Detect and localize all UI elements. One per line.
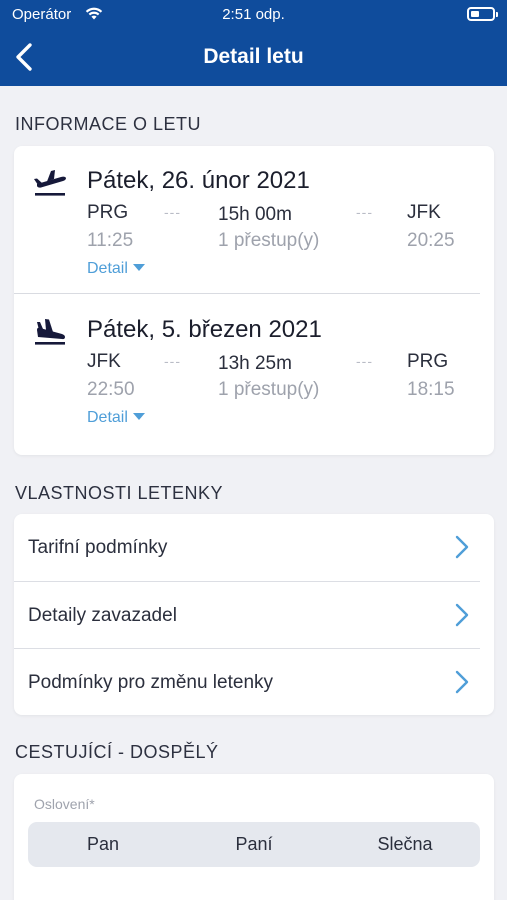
row-label: Detaily zavazadel — [28, 605, 177, 626]
stops-count: 1 přestup(y) — [218, 230, 320, 251]
departure-time: 22:50 — [87, 379, 135, 400]
ticket-properties-card: Tarifní podmínky Detaily zavazadel Podmí… — [14, 514, 494, 715]
section-title-ticket-properties: VLASTNOSTI LETENKY — [15, 483, 224, 503]
salutation-option-mr[interactable]: Pan — [28, 822, 178, 867]
route-separator: --- — [164, 353, 181, 369]
flight-outbound: Pátek, 26. únor 2021 PRG --- 15h 00m ---… — [14, 146, 494, 292]
row-baggage-details[interactable]: Detaily zavazadel — [14, 582, 494, 649]
navigation-bar: Detail letu — [0, 30, 507, 86]
row-fare-conditions[interactable]: Tarifní podmínky — [14, 514, 494, 581]
detail-toggle[interactable]: Detail — [87, 409, 145, 427]
status-bar: Operátor 2:51 odp. — [0, 0, 507, 30]
destination-airport: JFK — [407, 202, 441, 223]
flight-duration: 13h 25m — [218, 353, 292, 374]
arrival-time: 20:25 — [407, 230, 455, 251]
salutation-option-miss[interactable]: Slečna — [330, 822, 480, 867]
row-label: Podmínky pro změnu letenky — [28, 672, 274, 693]
chevron-right-icon — [455, 535, 469, 559]
flight-duration: 15h 00m — [218, 204, 292, 225]
stops-count: 1 přestup(y) — [218, 379, 320, 400]
departure-time: 11:25 — [87, 230, 134, 251]
battery-icon — [467, 7, 498, 21]
caret-down-icon — [132, 264, 145, 271]
route-separator: --- — [164, 204, 181, 220]
origin-airport: JFK — [87, 351, 121, 372]
section-title-flight-info: INFORMACE O LETU — [15, 114, 202, 134]
flight-date: Pátek, 26. únor 2021 — [87, 167, 310, 194]
salutation-selector: Pan Paní Slečna — [28, 822, 480, 867]
destination-airport: PRG — [407, 351, 449, 372]
chevron-right-icon — [455, 670, 469, 694]
passenger-form-card: Oslovení* Pan Paní Slečna — [14, 774, 494, 900]
flight-info-card: Pátek, 26. únor 2021 PRG --- 15h 00m ---… — [14, 146, 494, 455]
section-title-passenger: CESTUJÍCÍ - DOSPĚLÝ — [15, 742, 219, 762]
plane-arrival-icon — [35, 319, 65, 345]
route-separator: --- — [356, 204, 373, 220]
chevron-right-icon — [455, 603, 469, 627]
origin-airport: PRG — [87, 202, 129, 223]
page-title: Detail letu — [203, 45, 304, 68]
route-separator: --- — [356, 353, 373, 369]
detail-label: Detail — [87, 260, 128, 277]
divider — [14, 293, 480, 294]
arrival-time: 18:15 — [407, 379, 455, 400]
flight-return: Pátek, 5. březen 2021 JFK --- 13h 25m --… — [14, 295, 494, 441]
detail-label: Detail — [87, 409, 128, 426]
plane-departure-icon — [34, 170, 66, 196]
salutation-label: Oslovení* — [34, 796, 95, 812]
caret-down-icon — [132, 413, 145, 420]
flight-date: Pátek, 5. březen 2021 — [87, 316, 322, 343]
salutation-option-mrs[interactable]: Paní — [179, 822, 329, 867]
detail-toggle[interactable]: Detail — [87, 260, 145, 278]
row-change-conditions[interactable]: Podmínky pro změnu letenky — [14, 649, 494, 716]
clock: 2:51 odp. — [222, 6, 285, 23]
row-label: Tarifní podmínky — [28, 537, 168, 558]
